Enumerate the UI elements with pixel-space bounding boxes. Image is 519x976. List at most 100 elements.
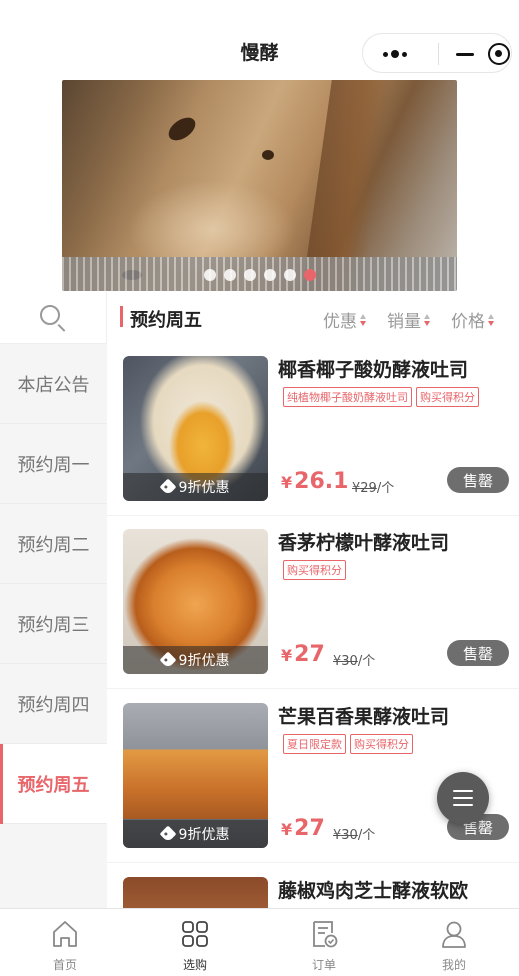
grid-icon [182,921,208,947]
sort-sales-button[interactable]: 销量 [387,307,430,332]
sidebar-item-tuesday[interactable]: 预约周二 [0,504,107,584]
product-badge: 购买得积分 [283,560,346,580]
section-title: 预约周五 [130,310,202,331]
sort-price-button[interactable]: 价格 [451,307,494,332]
product-price: ¥27 [281,816,325,841]
tag-icon [159,825,177,843]
product-price: ¥26.1 [281,469,348,494]
order-icon [313,921,338,948]
product-image[interactable]: 9折优惠 [123,356,268,501]
product-card[interactable]: 9折优惠 椰香椰子酸奶酵液吐司 纯植物椰子酸奶酵液吐司 购买得积分 ¥26.1 … [107,343,519,516]
mini-program-capsule [362,33,512,73]
sold-out-button[interactable]: 售罄 [447,640,509,666]
product-card[interactable]: 藤椒鸡肉芝士酵液软欧 [107,864,519,976]
sidebar-item-label: 预约周二 [17,534,90,556]
sidebar-item-label: 预约周五 [17,774,90,796]
discount-label: 9折优惠 [123,473,268,501]
product-image[interactable]: 9折优惠 [123,529,268,674]
section-header: 预约周五 优惠 销量 价格 [107,292,519,342]
price-value: 26.1 [294,469,349,494]
price-unit: /个 [357,654,376,669]
nav-header: 慢酵 [0,0,519,80]
sidebar-item-friday[interactable]: 预约周五 [0,744,107,824]
category-sidebar: 本店公告 预约周一 预约周二 预约周三 预约周四 预约周五 [0,292,107,912]
carousel-dot[interactable] [243,269,256,281]
carousel-dot-active[interactable] [303,269,316,281]
sort-discount-button[interactable]: 优惠 [323,307,366,332]
close-target-icon [488,43,510,65]
carousel-dot[interactable] [203,269,216,281]
sidebar-item-wednesday[interactable]: 预约周三 [0,584,107,664]
search-button[interactable] [0,292,107,344]
product-price: ¥27 [281,642,325,667]
more-menu-button[interactable] [363,34,438,74]
home-icon [53,921,77,947]
carousel-indicators [62,269,457,281]
floating-menu-button[interactable] [437,772,489,824]
banner-carousel[interactable] [62,80,457,291]
sidebar-item-monday[interactable]: 预约周一 [0,424,107,504]
sidebar-item-label: 预约周三 [17,614,90,636]
more-dots-icon [382,50,407,58]
carousel-dot[interactable] [283,269,296,281]
price-value: 27 [294,642,325,667]
tab-orders[interactable]: 订单 [259,909,389,976]
original-price: ¥30/个 [333,650,375,669]
sidebar-item-notice[interactable]: 本店公告 [0,344,107,424]
product-card[interactable]: 9折优惠 香茅柠檬叶酵液吐司 购买得积分 ¥27 ¥30/个 售罄 [107,516,519,689]
tag-icon [159,478,177,496]
tab-label: 我的 [441,958,466,972]
search-icon [40,305,60,325]
product-badge: 购买得积分 [350,734,413,754]
bottom-tab-bar: 首页 选购 订单 我的 [0,908,519,976]
tab-shop[interactable]: 选购 [130,909,260,976]
price-unit: /个 [376,481,395,496]
sort-arrows-icon [424,313,430,326]
original-price: ¥30/个 [333,824,375,843]
minus-icon [455,52,474,56]
product-badges: 夏日限定款 购买得积分 [283,734,413,754]
price-value: 27 [294,816,325,841]
app-page: 慢酵 本店公告 预约周一 预约周二 预约周三 预约周四 预约周五 预约周五 优惠… [0,0,519,976]
sidebar-item-thursday[interactable]: 预约周四 [0,664,107,744]
menu-line [453,790,473,792]
sort-label: 优惠 [323,312,357,332]
product-image[interactable]: 9折优惠 [123,703,268,848]
price-unit: /个 [357,828,376,843]
product-badges: 购买得积分 [283,560,346,580]
product-badge: 购买得积分 [416,387,479,407]
original-price: ¥29/个 [352,477,394,496]
tab-label: 订单 [311,958,336,972]
tab-home[interactable]: 首页 [0,909,130,976]
currency-symbol: ¥ [281,473,293,492]
carousel-dot[interactable] [263,269,276,281]
carousel-dot[interactable] [223,269,236,281]
product-name: 椰香椰子酸奶酵液吐司 [278,359,469,381]
minimize-button[interactable] [438,34,513,74]
sort-arrows-icon [488,313,494,326]
product-name: 香茅柠檬叶酵液吐司 [278,532,450,554]
sort-label: 销量 [387,312,421,332]
discount-text: 9折优惠 [178,653,230,669]
original-price-value: ¥29 [352,481,377,496]
product-name: 芒果百香果酵液吐司 [278,706,450,728]
product-badges: 纯植物椰子酸奶酵液吐司 购买得积分 [283,387,479,407]
product-name: 藤椒鸡肉芝士酵液软欧 [278,880,469,902]
tag-icon [159,651,177,669]
original-price-value: ¥30 [333,828,358,843]
discount-text: 9折优惠 [178,827,230,843]
sort-arrows-icon [360,313,366,326]
sold-out-button[interactable]: 售罄 [447,467,509,493]
tab-label: 选购 [182,958,207,972]
original-price-value: ¥30 [333,654,358,669]
sidebar-item-label: 预约周四 [17,694,90,716]
sidebar-item-label: 预约周一 [17,454,90,476]
discount-label: 9折优惠 [123,646,268,674]
menu-line [453,804,473,806]
user-icon [442,921,466,948]
discount-text: 9折优惠 [178,480,230,496]
discount-label: 9折优惠 [123,820,268,848]
menu-line [453,797,473,799]
tab-profile[interactable]: 我的 [389,909,519,976]
currency-symbol: ¥ [281,646,293,665]
